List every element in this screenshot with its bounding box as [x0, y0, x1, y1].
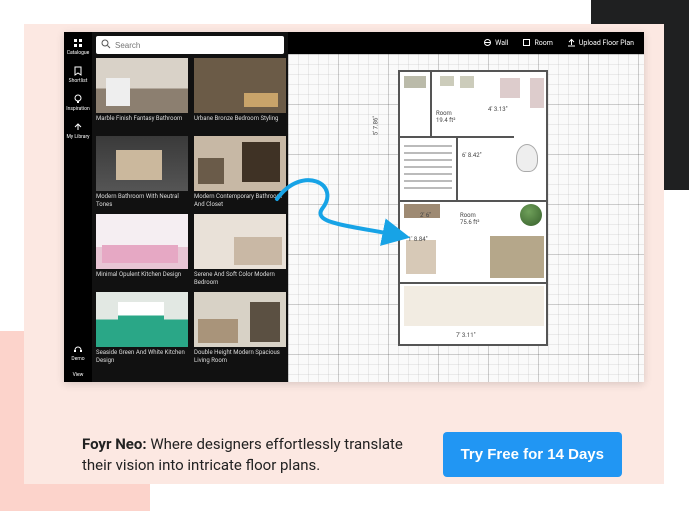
- promo-row: Foyr Neo: Where designers effortlessly t…: [82, 432, 622, 477]
- card-title: Minimal Opulent Kitchen Design: [96, 271, 188, 286]
- tool-upload-floor-plan[interactable]: Upload Floor Plan: [567, 38, 634, 49]
- floorplan-furniture: [490, 236, 544, 278]
- thumbnail: [96, 292, 188, 347]
- search-icon: [101, 39, 111, 51]
- wall-icon: [483, 38, 492, 49]
- tool-label: Wall: [495, 39, 508, 47]
- catalogue-card[interactable]: Modern Contemporary Bathroom And Closet: [194, 136, 286, 208]
- floorplan-furniture: [500, 78, 520, 98]
- tool-label: Room: [534, 39, 552, 47]
- dim-label: 7' 3.11": [456, 332, 476, 339]
- room-label: Room 75.6 ft²: [460, 212, 479, 226]
- thumbnail: [194, 58, 286, 113]
- tool-label: Upload Floor Plan: [579, 39, 634, 47]
- catalogue-card[interactable]: Marble Finish Fantasy Bathroom: [96, 58, 188, 130]
- catalogue-card[interactable]: Modern Bathroom With Neutral Tones: [96, 136, 188, 208]
- left-rail: Catalogue Shortlist Inspiration My Libra…: [64, 32, 92, 382]
- floorplan-furniture: [404, 286, 544, 326]
- rail-item-shortlist[interactable]: Shortlist: [69, 66, 88, 84]
- catalogue-panel: Marble Finish Fantasy Bathroom Urbane Br…: [92, 32, 288, 382]
- catalogue-grid: Marble Finish Fantasy Bathroom Urbane Br…: [92, 58, 288, 382]
- canvas-area: Wall Room Upload Floor Plan: [288, 32, 644, 382]
- floorplan-furniture: [440, 76, 454, 86]
- thumbnail: [194, 136, 286, 191]
- search-input[interactable]: [115, 41, 279, 50]
- bulb-icon: [73, 94, 83, 104]
- room-label: Room 19.4 ft²: [436, 110, 455, 124]
- tool-room[interactable]: Room: [522, 38, 552, 49]
- thumbnail: [194, 214, 286, 269]
- thumbnail: [96, 214, 188, 269]
- promo-card: Catalogue Shortlist Inspiration My Libra…: [24, 24, 664, 484]
- card-title: Seaside Green And White Kitchen Design: [96, 349, 188, 364]
- rail-label: Catalogue: [67, 50, 90, 56]
- upload-icon: [73, 122, 83, 132]
- design-canvas[interactable]: Room 19.4 ft² Room 75.6 ft² 4' 3.13" 6' …: [288, 54, 644, 382]
- catalogue-card[interactable]: Serene And Soft Color Modern Bedroom: [194, 214, 286, 286]
- rail-label: Inspiration: [66, 106, 90, 112]
- rail-item-catalogue[interactable]: Catalogue: [67, 38, 90, 56]
- rail-label: My Library: [66, 134, 89, 140]
- rail-label: Shortlist: [69, 78, 88, 84]
- dim-label: 6' 8.42": [462, 152, 482, 159]
- catalogue-card[interactable]: Minimal Opulent Kitchen Design: [96, 214, 188, 286]
- upload-icon: [567, 38, 576, 49]
- floorplan-rug: [406, 240, 436, 274]
- thumbnail: [96, 136, 188, 191]
- catalogue-card[interactable]: Double Height Modern Spacious Living Roo…: [194, 292, 286, 364]
- card-title: Modern Contemporary Bathroom And Closet: [194, 193, 286, 208]
- dim-label: 1' 8.84": [408, 236, 428, 243]
- floorplan-plant: [520, 204, 542, 226]
- floorplan[interactable]: Room 19.4 ft² Room 75.6 ft² 4' 3.13" 6' …: [398, 70, 548, 346]
- card-title: Modern Bathroom With Neutral Tones: [96, 193, 188, 208]
- search-bar[interactable]: [96, 36, 284, 54]
- catalogue-card[interactable]: Seaside Green And White Kitchen Design: [96, 292, 188, 364]
- dim-label: 2' 6": [420, 212, 431, 219]
- bookmark-icon: [73, 66, 83, 76]
- floorplan-toilet: [516, 144, 538, 172]
- room-icon: [522, 38, 531, 49]
- rail-item-view[interactable]: View: [73, 372, 84, 378]
- rail-item-inspiration[interactable]: Inspiration: [66, 94, 90, 112]
- thumbnail: [96, 58, 188, 113]
- floorplan-stairs: [404, 140, 452, 194]
- dim-label: 4' 3.13": [488, 106, 508, 113]
- brand-name: Foyr Neo:: [82, 435, 147, 453]
- card-title: Serene And Soft Color Modern Bedroom: [194, 271, 286, 286]
- catalogue-card[interactable]: Urbane Bronze Bedroom Styling: [194, 58, 286, 130]
- tool-wall[interactable]: Wall: [483, 38, 508, 49]
- rail-label: View: [73, 372, 84, 378]
- cta-try-free-button[interactable]: Try Free for 14 Days: [443, 432, 622, 477]
- thumbnail: [194, 292, 286, 347]
- rail-label: Demo: [71, 356, 84, 362]
- promo-text: Foyr Neo: Where designers effortlessly t…: [82, 434, 423, 476]
- headset-icon: [73, 344, 83, 354]
- dim-label: 5' 7.86": [372, 116, 379, 136]
- floorplan-furniture: [460, 76, 474, 88]
- rail-item-demo[interactable]: Demo: [71, 344, 84, 362]
- card-title: Double Height Modern Spacious Living Roo…: [194, 349, 286, 364]
- catalogue-icon: [73, 38, 83, 48]
- canvas-topbar: Wall Room Upload Floor Plan: [288, 32, 644, 54]
- floorplan-furniture: [404, 76, 426, 88]
- floorplan-furniture: [530, 78, 544, 108]
- card-title: Marble Finish Fantasy Bathroom: [96, 115, 188, 130]
- rail-item-my-library[interactable]: My Library: [66, 122, 89, 140]
- app-window: Catalogue Shortlist Inspiration My Libra…: [64, 32, 644, 382]
- card-title: Urbane Bronze Bedroom Styling: [194, 115, 286, 130]
